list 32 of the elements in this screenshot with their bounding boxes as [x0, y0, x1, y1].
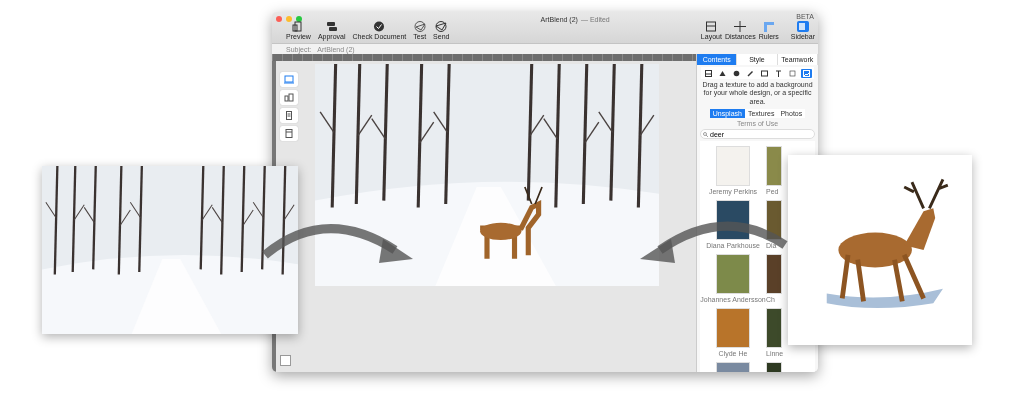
- triangle-icon: [718, 69, 726, 77]
- photo-thumbnail[interactable]: [766, 308, 782, 349]
- pen-icon: [746, 69, 754, 77]
- photo-thumbnail[interactable]: [766, 146, 782, 187]
- approval-icon: [325, 21, 338, 32]
- monitor-icon: [284, 75, 294, 84]
- crosshair-icon: [734, 21, 747, 32]
- check-circle-icon: [373, 21, 386, 32]
- content-tool-button[interactable]: [759, 68, 771, 78]
- paper-plane-icon: [435, 21, 448, 32]
- film-icon: [761, 69, 769, 77]
- search-icon: [703, 131, 708, 137]
- layout-icon: [705, 21, 718, 32]
- sidebar-icon: [796, 21, 809, 32]
- corner-icon: [280, 355, 291, 366]
- zoom-button[interactable]: [296, 16, 302, 22]
- devices-icon: [284, 93, 294, 102]
- photo-thumbnail[interactable]: [716, 146, 750, 187]
- page-icon: [284, 129, 294, 138]
- paper-plane-icon: [413, 21, 426, 32]
- document-icon: [284, 111, 294, 120]
- ruler-icon: [762, 21, 775, 32]
- text-icon: [775, 69, 783, 77]
- image-icon: [704, 69, 712, 77]
- canvas-view-button[interactable]: [280, 126, 298, 141]
- photo-thumbnail[interactable]: [716, 254, 750, 295]
- photo-thumbnail[interactable]: [716, 308, 750, 349]
- content-tool-button[interactable]: [702, 68, 714, 78]
- canvas-view-button[interactable]: [280, 90, 298, 105]
- canvas-view-button[interactable]: [280, 108, 298, 123]
- photo-thumbnail[interactable]: [766, 254, 782, 295]
- preview-icon: [292, 21, 305, 32]
